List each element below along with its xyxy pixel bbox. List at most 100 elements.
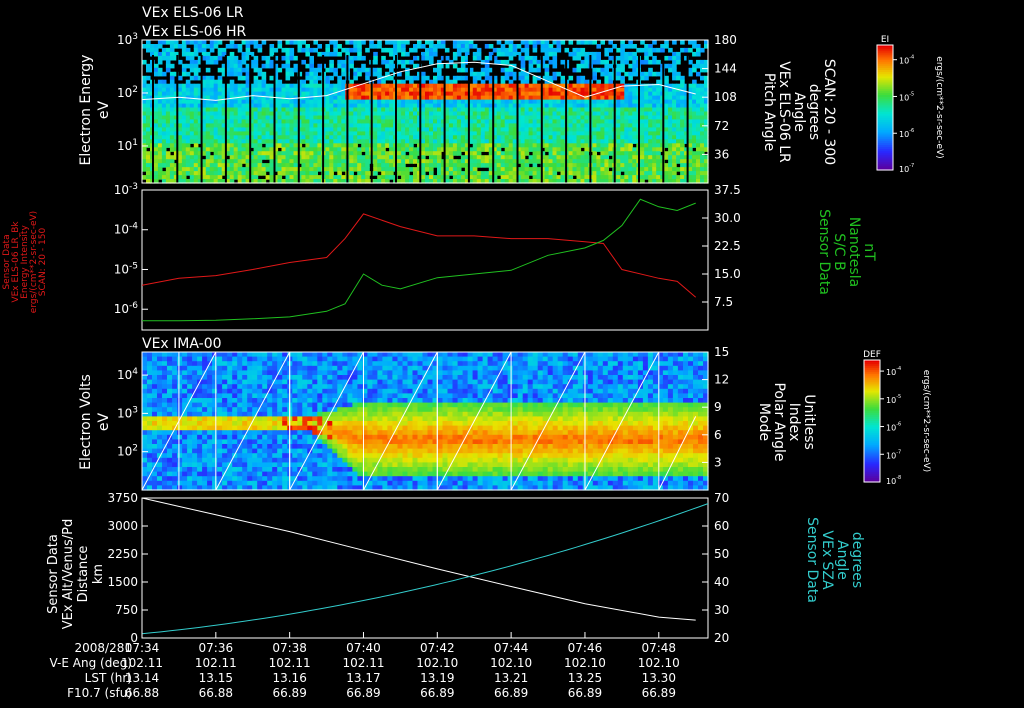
heatmap-cell xyxy=(172,384,178,390)
heatmap-cell xyxy=(165,40,171,45)
heatmap-cell xyxy=(162,421,168,427)
heatmap-cell xyxy=(162,388,168,394)
heatmap-cell xyxy=(167,365,173,371)
heatmap-cell xyxy=(381,55,386,61)
heatmap-cell xyxy=(405,40,410,45)
heatmap-cell xyxy=(309,107,314,113)
heatmap-cell xyxy=(349,55,354,61)
heatmap-cell xyxy=(596,171,601,176)
heatmap-cell xyxy=(528,63,534,69)
heatmap-cell xyxy=(596,107,601,113)
heatmap-cell xyxy=(616,71,621,77)
heatmap-cell xyxy=(672,91,677,97)
heatmap-cell xyxy=(652,107,657,113)
scan-gap-20 xyxy=(638,55,640,183)
heatmap-cell xyxy=(508,155,514,160)
heatmap-cell xyxy=(182,393,188,399)
heatmap-cell xyxy=(197,439,203,445)
heatmap-cell xyxy=(460,91,466,97)
heatmap-cell xyxy=(309,163,314,168)
heatmap-cell xyxy=(592,107,597,113)
heatmap-cell xyxy=(508,127,514,132)
heatmap-cell xyxy=(162,375,168,381)
heatmap-cell xyxy=(369,40,374,45)
heatmap-cell xyxy=(632,51,637,57)
heatmap-cell xyxy=(329,111,334,117)
heatmap-cell xyxy=(142,375,148,381)
heatmap-cell xyxy=(628,167,633,172)
heatmap-cell xyxy=(644,55,649,61)
heatmap-cell xyxy=(305,95,310,101)
heatmap-cell xyxy=(696,111,701,117)
heatmap-cell xyxy=(253,40,259,45)
heatmap-cell xyxy=(568,155,574,160)
heatmap-cell xyxy=(700,127,705,132)
heatmap-cell xyxy=(624,111,629,117)
heatmap-cell xyxy=(500,127,506,132)
scan-gap-2 xyxy=(200,55,203,183)
heatmap-cell xyxy=(508,91,514,97)
heatmap-cell xyxy=(341,107,346,113)
heatmap-cell xyxy=(213,135,219,140)
heatmap-cell xyxy=(604,95,609,101)
heatmap-cell xyxy=(213,139,219,144)
heatmap-cell xyxy=(552,107,558,113)
heatmap-cell xyxy=(596,155,601,160)
heatmap-cell xyxy=(596,135,601,140)
heatmap-cell xyxy=(147,480,153,486)
heatmap-cell xyxy=(257,167,263,172)
heatmap-cell xyxy=(425,167,430,172)
heatmap-cell xyxy=(656,167,661,172)
heatmap-cell xyxy=(389,139,394,144)
heatmap-cell xyxy=(182,375,188,381)
heatmap-cell xyxy=(333,107,338,113)
heatmap-cell xyxy=(365,135,370,140)
p2-right-ylabel-3: nT xyxy=(861,243,877,261)
heatmap-cell xyxy=(377,139,382,144)
heatmap-cell xyxy=(640,59,645,65)
heatmap-cell xyxy=(405,147,410,152)
heatmap-cell xyxy=(281,111,287,117)
heatmap-cell xyxy=(227,398,233,404)
heatmap-cell xyxy=(361,107,366,113)
heatmap-cell xyxy=(604,151,609,156)
heatmap-cell xyxy=(167,421,173,427)
heatmap-cell xyxy=(147,361,153,367)
heatmap-cell xyxy=(508,40,514,45)
heatmap-cell xyxy=(185,151,191,156)
heatmap-cell xyxy=(257,119,263,124)
scan-gap-3 xyxy=(224,55,227,183)
heatmap-cell xyxy=(187,480,193,486)
heatmap-cell xyxy=(182,398,188,404)
heatmap-cell xyxy=(648,119,653,124)
heatmap-cell xyxy=(182,462,188,468)
heatmap-cell xyxy=(528,143,534,148)
heatmap-cell xyxy=(187,444,193,450)
heatmap-cell xyxy=(365,67,370,73)
heatmap-cell xyxy=(157,44,163,49)
heatmap-cell xyxy=(644,127,649,132)
heatmap-cell xyxy=(212,402,218,408)
heatmap-cell xyxy=(389,91,394,97)
heatmap-cell xyxy=(668,95,673,101)
heatmap-cell xyxy=(512,47,518,53)
heatmap-cell xyxy=(217,365,223,371)
heatmap-cell xyxy=(429,55,434,61)
heatmap-cell xyxy=(162,411,168,417)
heatmap-cell xyxy=(640,71,645,77)
heatmap-cell xyxy=(222,388,228,394)
heatmap-cell xyxy=(592,55,597,61)
heatmap-cell xyxy=(624,139,629,144)
heatmap-cell xyxy=(329,67,334,73)
heatmap-cell xyxy=(241,167,247,172)
heatmap-cell xyxy=(448,163,454,168)
heatmap-cell xyxy=(192,398,198,404)
heatmap-cell xyxy=(305,91,310,97)
heatmap-cell xyxy=(433,79,438,85)
heatmap-cell xyxy=(365,155,370,160)
heatmap-cell xyxy=(421,119,426,124)
heatmap-cell xyxy=(207,416,213,422)
heatmap-cell xyxy=(233,143,239,148)
heatmap-cell xyxy=(305,139,310,144)
heatmap-cell xyxy=(289,91,295,97)
